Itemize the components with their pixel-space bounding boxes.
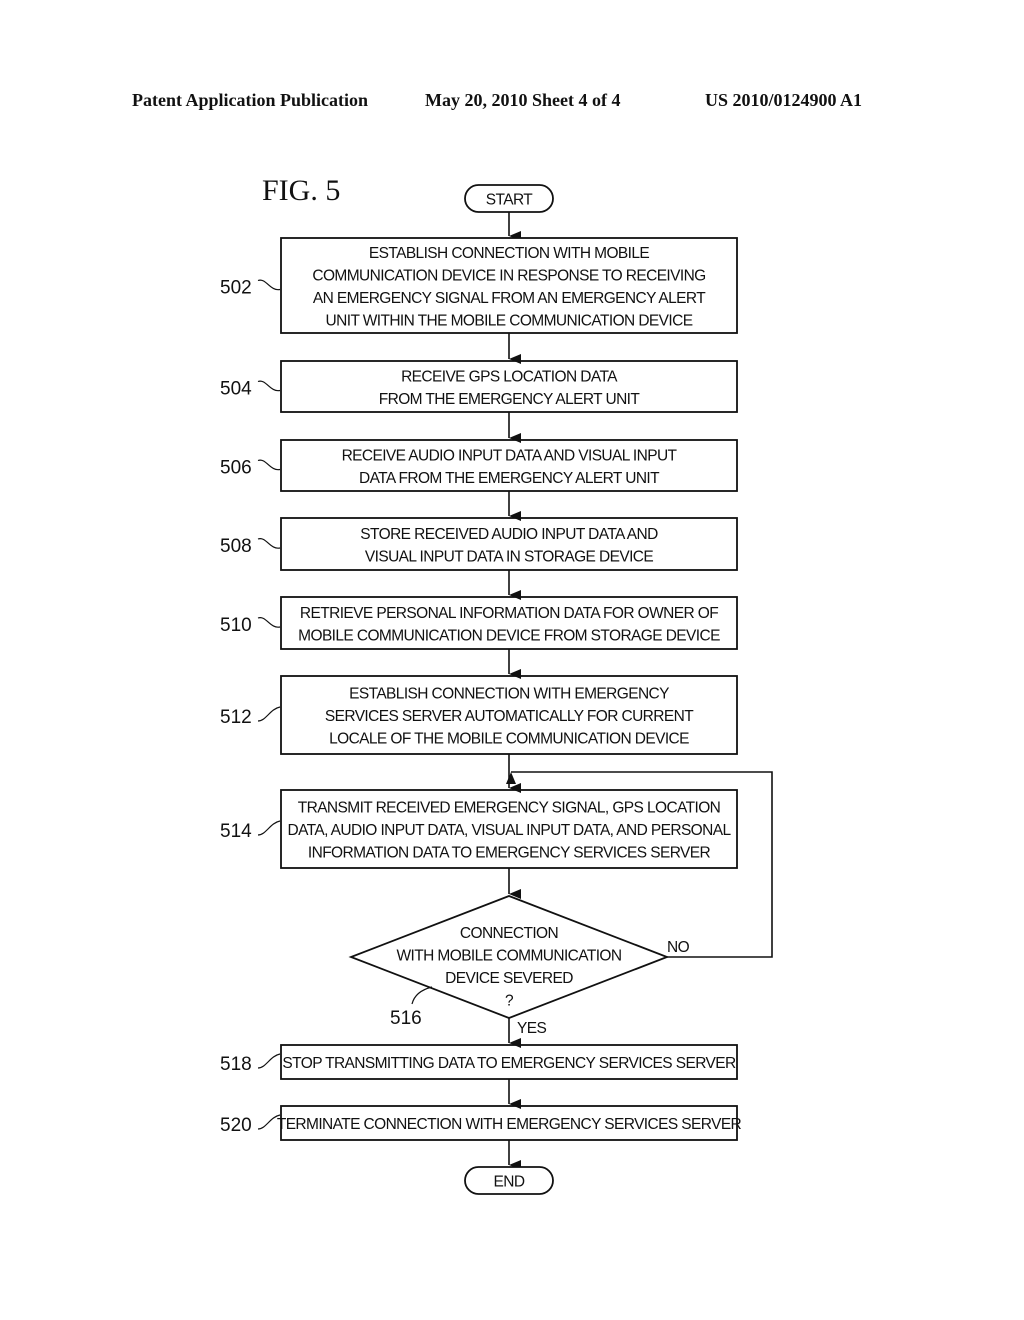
- process-text-510: MOBILE COMMUNICATION DEVICE FROM STORAGE…: [298, 627, 720, 644]
- reference-numeral-504: 504: [220, 379, 252, 400]
- process-text-508: VISUAL INPUT DATA IN STORAGE DEVICE: [365, 548, 653, 565]
- reference-numeral-512: 512: [220, 707, 252, 728]
- process-text-502: ESTABLISH CONNECTION WITH MOBILE: [369, 245, 649, 262]
- process-text-502: COMMUNICATION DEVICE IN RESPONSE TO RECE…: [312, 267, 705, 284]
- no-branch-label: NO: [667, 939, 690, 956]
- leader-line-516: [411, 986, 433, 1005]
- process-text-512: SERVICES SERVER AUTOMATICALLY FOR CURREN…: [325, 708, 694, 725]
- decision-text-516: ?: [505, 993, 514, 1010]
- process-text-504: RECEIVE GPS LOCATION DATA: [401, 368, 618, 385]
- process-text-502: AN EMERGENCY SIGNAL FROM AN EMERGENCY AL…: [313, 290, 706, 307]
- process-text-510: RETRIEVE PERSONAL INFORMATION DATA FOR O…: [300, 605, 718, 622]
- process-text-506: RECEIVE AUDIO INPUT DATA AND VISUAL INPU…: [342, 447, 678, 464]
- process-text-514: TRANSMIT RECEIVED EMERGENCY SIGNAL, GPS …: [298, 800, 721, 817]
- reference-numeral-506: 506: [220, 458, 252, 479]
- decision-text-516: WITH MOBILE COMMUNICATION: [397, 948, 622, 965]
- process-text-518: STOP TRANSMITTING DATA TO EMERGENCY SERV…: [282, 1055, 736, 1072]
- flowchart: START ESTABLISH CONNECTION WITH MOBILE COM…: [220, 184, 773, 1195]
- reference-numeral-502: 502: [220, 278, 252, 299]
- process-text-502: UNIT WITHIN THE MOBILE COMMUNICATION DEV…: [326, 312, 693, 329]
- leader-line-512: [257, 706, 281, 722]
- process-text-508: STORE RECEIVED AUDIO INPUT DATA AND: [360, 526, 658, 543]
- leader-line-508: [257, 538, 281, 549]
- leader-line-518: [257, 1053, 281, 1069]
- reference-numeral-510: 510: [220, 615, 252, 636]
- end-terminal-label: END: [494, 1174, 525, 1191]
- process-text-512: ESTABLISH CONNECTION WITH EMERGENCY: [349, 686, 669, 703]
- process-text-512: LOCALE OF THE MOBILE COMMUNICATION DEVIC…: [329, 731, 689, 748]
- decision-text-516: CONNECTION: [460, 925, 558, 942]
- process-text-514: INFORMATION DATA TO EMERGENCY SERVICES S…: [308, 845, 711, 862]
- reference-numeral-508: 508: [220, 536, 252, 557]
- process-text-506: DATA FROM THE EMERGENCY ALERT UNIT: [359, 470, 660, 487]
- leader-line-506: [257, 459, 281, 471]
- process-text-504: FROM THE EMERGENCY ALERT UNIT: [379, 391, 641, 408]
- yes-branch-label: YES: [517, 1020, 546, 1037]
- process-text-514: DATA, AUDIO INPUT DATA, VISUAL INPUT DAT…: [287, 822, 731, 839]
- decision-text-516: DEVICE SEVERED: [445, 970, 573, 987]
- reference-numeral-518: 518: [220, 1054, 252, 1075]
- reference-numeral-520: 520: [220, 1115, 252, 1136]
- process-text-520: TERMINATE CONNECTION WITH EMERGENCY SERV…: [277, 1116, 742, 1133]
- leader-line-514: [257, 820, 281, 836]
- start-terminal-label: START: [486, 192, 534, 209]
- reference-numeral-516: 516: [390, 1008, 422, 1029]
- reference-numeral-514: 514: [220, 821, 252, 842]
- leader-line-502: [257, 279, 281, 291]
- leader-line-510: [257, 617, 281, 628]
- leader-line-504: [257, 380, 281, 392]
